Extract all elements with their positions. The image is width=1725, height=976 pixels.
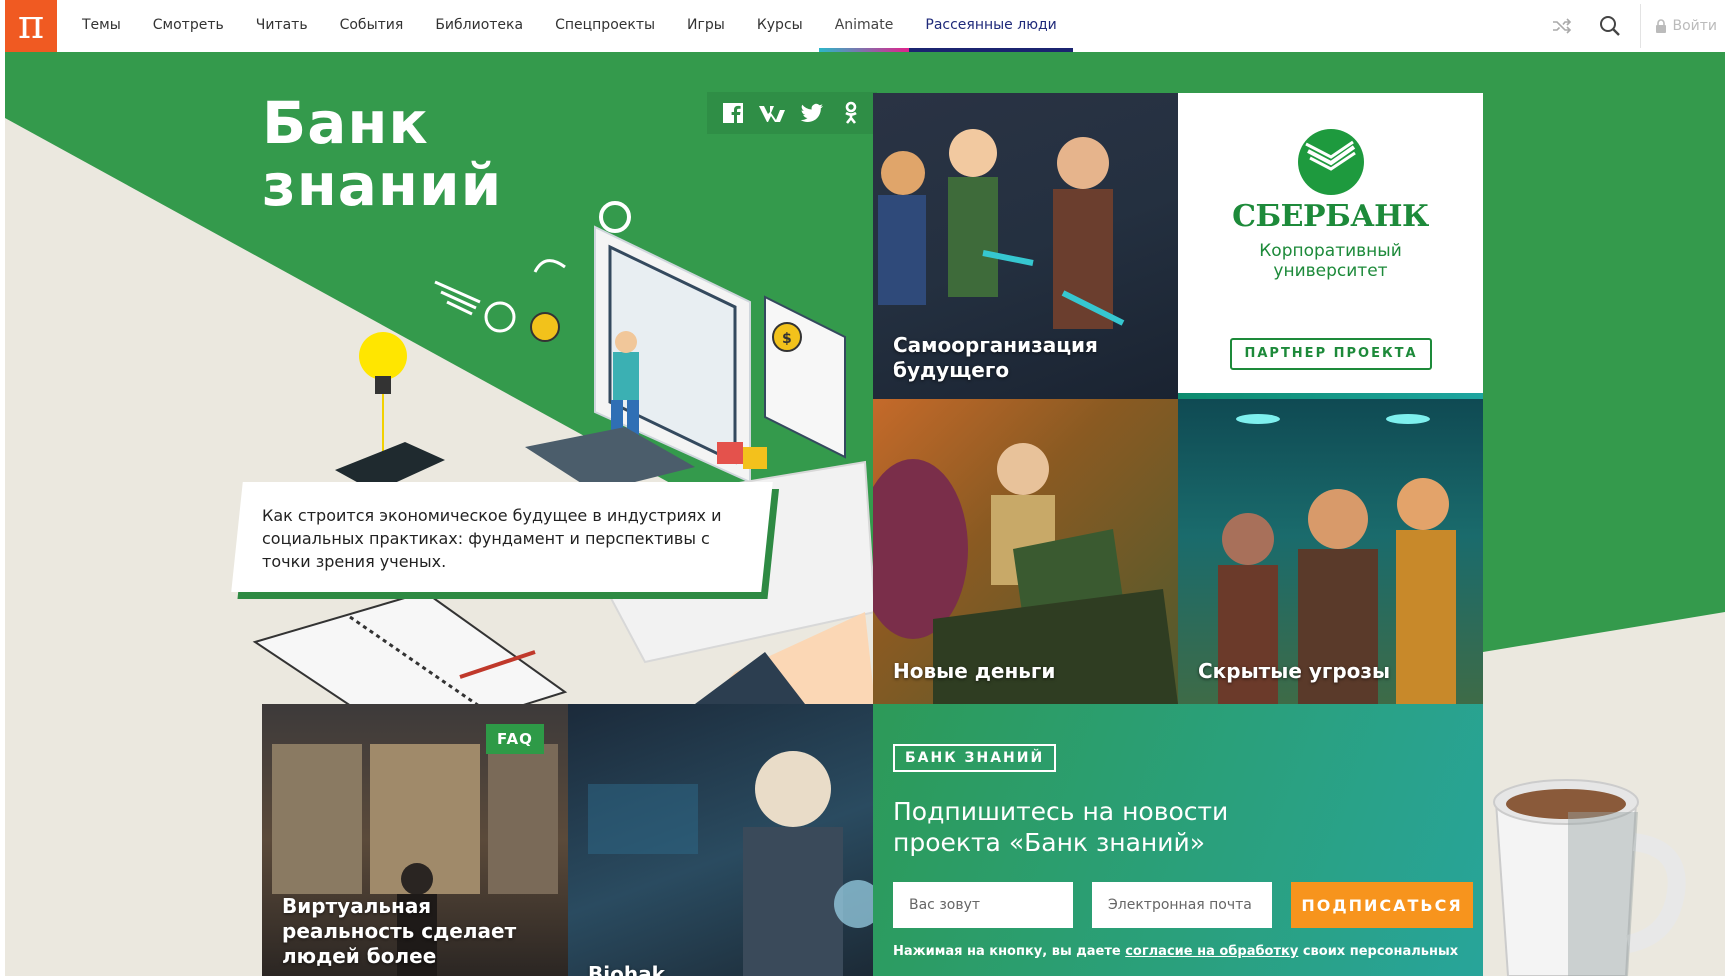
faq-badge: FAQ [486, 724, 544, 754]
main-menu: Темы Смотреть Читать События Библиотека … [66, 0, 1074, 52]
odnoklassniki-icon[interactable] [835, 97, 867, 129]
subscribe-form: БАНК ЗНАНИЙ Подпишитесь на новости проек… [873, 704, 1483, 976]
tile-biohack-illustration [588, 751, 873, 976]
menu-item-library[interactable]: Библиотека [419, 0, 539, 52]
menu-item-events[interactable]: События [324, 0, 420, 52]
site-logo[interactable]: π [5, 0, 57, 52]
tile-biohack[interactable]: Biohak [568, 704, 873, 976]
name-input[interactable] [893, 882, 1073, 928]
tile-hidden-threats[interactable]: Скрытые угрозы [1178, 399, 1483, 704]
facebook-icon[interactable] [717, 97, 749, 129]
vk-icon[interactable] [756, 97, 788, 129]
share-bar [707, 92, 877, 134]
consent-link[interactable]: согласие на обработку [1125, 944, 1298, 959]
search-icon[interactable] [1586, 0, 1634, 52]
top-navigation: π Темы Смотреть Читать События Библиотек… [0, 0, 1725, 52]
consent-prefix: Нажимая на кнопку, вы даете [893, 944, 1126, 959]
tile-virtual-reality[interactable]: FAQ Виртуальная реальность сделает людей… [262, 704, 568, 976]
hero-title-line1: Банк [262, 89, 429, 157]
menu-item-read[interactable]: Читать [240, 0, 324, 52]
twitter-icon[interactable] [796, 97, 828, 129]
partner-badge: ПАРТНЕР ПРОЕКТА [1230, 338, 1432, 370]
email-input[interactable] [1092, 882, 1272, 928]
lock-icon [1656, 19, 1667, 33]
tile-new-money-title: Новые деньги [893, 659, 1056, 683]
subscribe-badge: БАНК ЗНАНИЙ [893, 744, 1057, 772]
svg-text:$: $ [782, 331, 792, 347]
tile-biohack-title: Biohak [588, 962, 665, 976]
tile-virtual-reality-title: Виртуальная реальность сделает людей бол… [282, 894, 517, 968]
tile-new-money[interactable]: Новые деньги [873, 399, 1178, 704]
hero-description: Как строится экономическое будущее в инд… [262, 506, 722, 571]
hero-title-line2: знаний [262, 151, 503, 219]
sberbank-subtitle-line1: Корпоративный [1259, 241, 1402, 261]
subscribe-title-line1: Подпишитесь на новости [893, 797, 1229, 826]
shuffle-icon[interactable] [1538, 0, 1586, 52]
subscribe-button[interactable]: ПОДПИСАТЬСЯ [1291, 882, 1473, 928]
menu-item-topics[interactable]: Темы [66, 0, 137, 52]
partner-sberbank[interactable]: СБЕРБАНК Корпоративный университет ПАРТН… [1178, 93, 1483, 399]
consent-suffix: своих персональных [1298, 944, 1459, 959]
tile-self-organization-title: Самоорганизация будущего [893, 333, 1098, 382]
menu-item-scattered-people[interactable]: Рассеянные люди [909, 0, 1074, 52]
nav-actions: Войти [1538, 0, 1725, 52]
hero-title: Банк знаний [262, 92, 502, 216]
tile-hidden-threats-title: Скрытые угрозы [1198, 659, 1391, 683]
sberbank-subtitle-line2: университет [1273, 261, 1388, 281]
menu-item-courses[interactable]: Курсы [741, 0, 819, 52]
menu-item-watch[interactable]: Смотреть [137, 0, 240, 52]
tile-self-organization[interactable]: Самоорганизация будущего [873, 93, 1178, 399]
menu-item-games[interactable]: Игры [671, 0, 741, 52]
menu-item-animate[interactable]: Animate [818, 0, 910, 52]
menu-item-special-projects[interactable]: Спецпроекты [539, 0, 671, 52]
subscribe-title: Подпишитесь на новости проекта «Банк зна… [893, 796, 1228, 858]
login-link[interactable]: Войти [1641, 18, 1725, 34]
login-label: Войти [1672, 18, 1717, 34]
sberbank-subtitle: Корпоративный университет [1178, 241, 1483, 281]
coffee-mug-illustration [1493, 779, 1686, 976]
sberbank-name: СБЕРБАНК [1232, 199, 1429, 234]
consent-note: Нажимая на кнопку, вы даете согласие на … [893, 944, 1458, 959]
sberbank-logo-icon [1298, 129, 1364, 195]
subscribe-title-line2: проекта «Банк знаний» [893, 828, 1206, 857]
knowledge-bank-stage: $ Банк знаний Как строится экономическое… [5, 52, 1725, 976]
